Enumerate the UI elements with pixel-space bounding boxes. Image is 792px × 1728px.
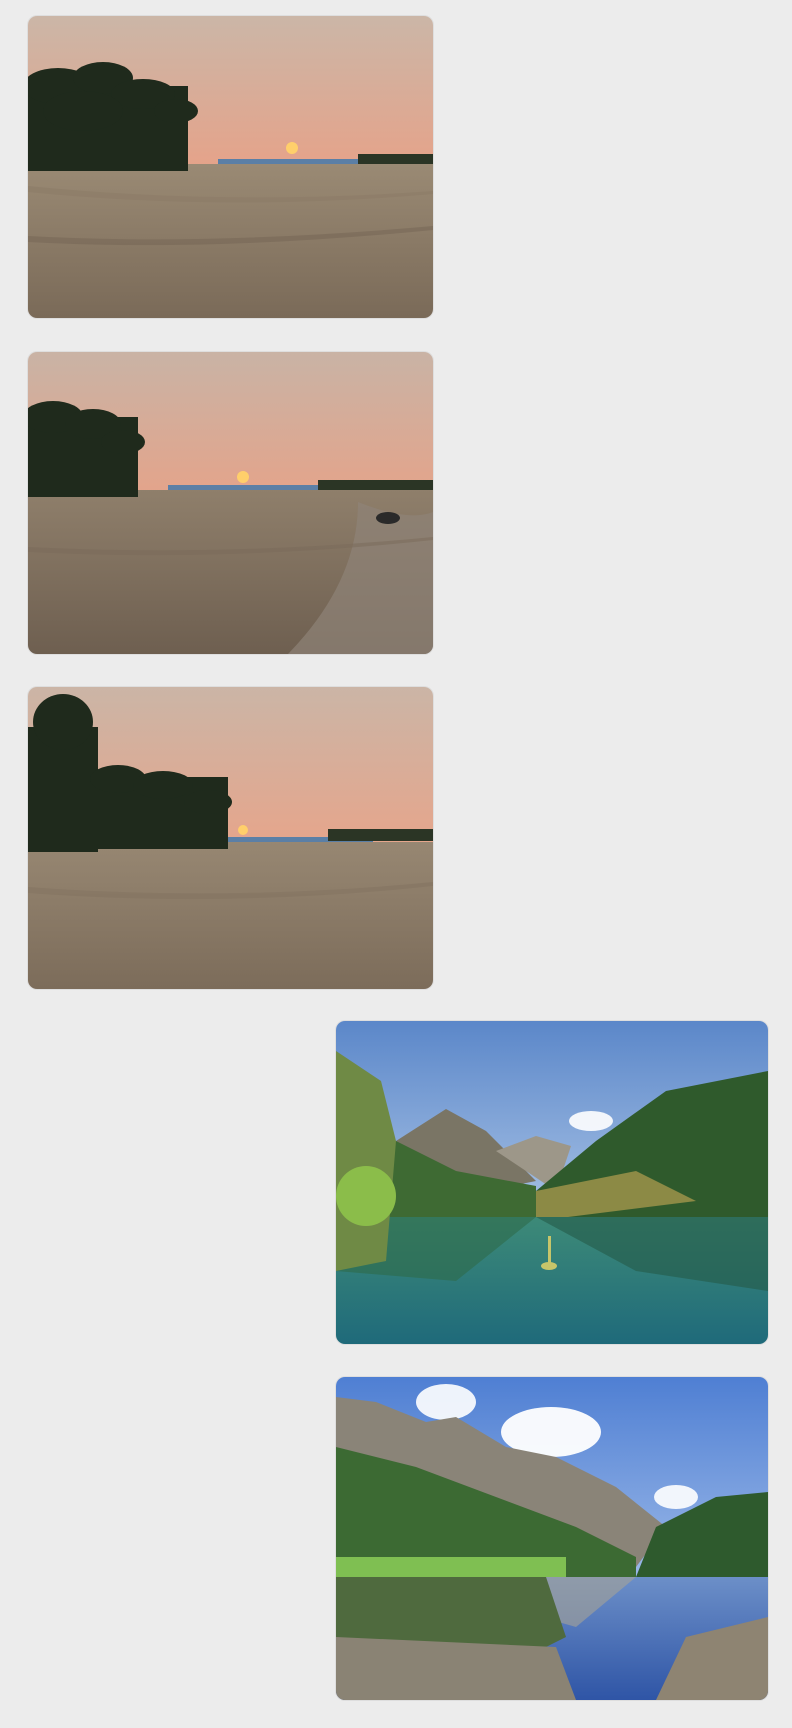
outgoing-image-message-1[interactable] [336, 1021, 768, 1344]
mountain-lake-photo [336, 1377, 768, 1700]
sunset-beach-photo [28, 687, 433, 989]
mountain-lake-photo [336, 1021, 768, 1344]
incoming-image-message-2[interactable] [28, 352, 433, 654]
outgoing-image-message-2[interactable] [336, 1377, 768, 1700]
incoming-image-message-1[interactable] [28, 16, 433, 318]
sunset-beach-photo [28, 352, 433, 654]
incoming-image-message-3[interactable] [28, 687, 433, 989]
sunset-beach-photo [28, 16, 433, 318]
